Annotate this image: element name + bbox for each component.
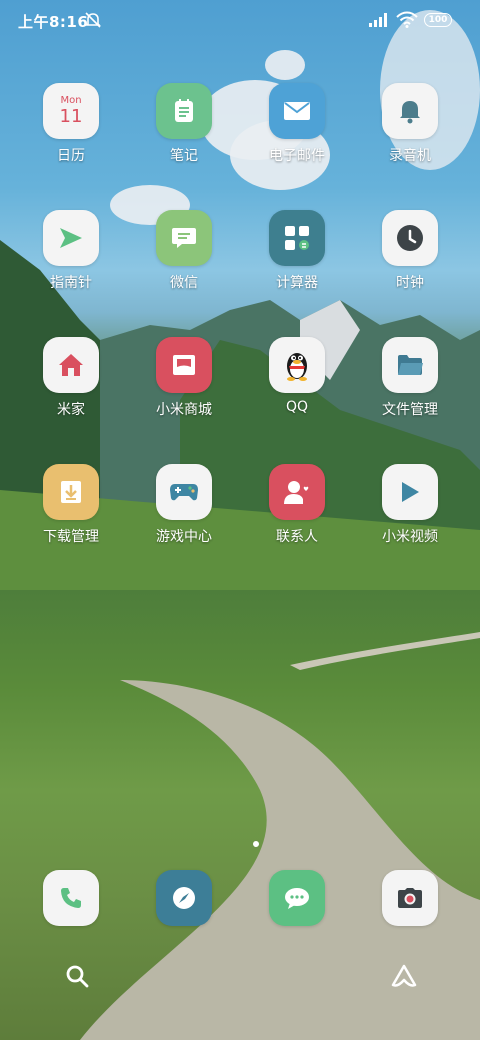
bell-icon	[382, 83, 438, 139]
app-label: 电子邮件	[269, 148, 325, 164]
app-label: 米家	[57, 402, 85, 418]
status-bar: 上午8:16 100	[0, 0, 480, 40]
calendar-day: 11	[59, 106, 83, 127]
mail-icon	[269, 83, 325, 139]
app-mi-store[interactable]: 小米商城	[134, 337, 234, 437]
app-label: 小米商城	[156, 402, 212, 418]
dock-browser[interactable]	[134, 870, 234, 970]
app-email[interactable]: 电子邮件	[247, 83, 347, 183]
app-label: QQ	[285, 399, 309, 415]
app-label: 计算器	[276, 275, 318, 291]
app-download-manager[interactable]: 下载管理	[21, 464, 121, 564]
wifi-icon	[396, 11, 418, 32]
app-compass[interactable]: 指南针	[21, 210, 121, 310]
app-label: 微信	[170, 275, 198, 291]
signal-icon	[369, 13, 391, 31]
app-clock[interactable]: 时钟	[360, 210, 460, 310]
app-label: 指南针	[50, 275, 92, 291]
app-calculator[interactable]: 计算器	[247, 210, 347, 310]
app-label: 游戏中心	[156, 529, 212, 545]
mi-assistant-icon[interactable]	[391, 964, 417, 992]
play-icon	[382, 464, 438, 520]
app-calendar[interactable]: Mon 11 日历	[21, 83, 121, 183]
camera-icon	[382, 870, 438, 926]
download-icon	[43, 464, 99, 520]
app-notes[interactable]: 笔记	[134, 83, 234, 183]
browser-compass-icon	[156, 870, 212, 926]
app-qq[interactable]: QQ	[247, 337, 347, 437]
dock-messages[interactable]	[247, 870, 347, 970]
home-icon	[43, 337, 99, 393]
calendar-icon: Mon 11	[43, 83, 99, 139]
cloud	[265, 50, 305, 80]
dock-camera[interactable]	[360, 870, 460, 970]
home-screen: 上午8:16 100 Mon 11 日历 笔记 电子邮件 录音机 指南针 微信 …	[0, 0, 480, 1040]
app-label: 笔记	[170, 148, 198, 164]
gamepad-icon	[156, 464, 212, 520]
penguin-icon	[269, 337, 325, 393]
app-game-center[interactable]: 游戏中心	[134, 464, 234, 564]
app-wechat[interactable]: 微信	[134, 210, 234, 310]
compass-arrow-icon	[43, 210, 99, 266]
app-label: 小米视频	[382, 529, 438, 545]
calculator-icon	[269, 210, 325, 266]
contacts-icon	[269, 464, 325, 520]
app-label: 时钟	[396, 275, 424, 291]
notes-icon	[156, 83, 212, 139]
app-recorder[interactable]: 录音机	[360, 83, 460, 183]
status-time: 上午8:16	[18, 13, 89, 31]
app-mi-video[interactable]: 小米视频	[360, 464, 460, 564]
app-contacts[interactable]: 联系人	[247, 464, 347, 564]
chat-bubble-icon	[156, 210, 212, 266]
app-label: 下载管理	[43, 529, 99, 545]
app-label: 录音机	[389, 148, 431, 164]
app-file-manager[interactable]: 文件管理	[360, 337, 460, 437]
mute-alarm-icon	[84, 11, 102, 33]
app-label: 日历	[57, 148, 85, 164]
messages-icon	[269, 870, 325, 926]
clock-icon	[382, 210, 438, 266]
page-indicator	[253, 841, 259, 847]
app-label: 文件管理	[382, 402, 438, 418]
app-label: 联系人	[276, 529, 318, 545]
dock-phone[interactable]	[21, 870, 121, 970]
battery-icon: 100	[424, 13, 452, 27]
folder-icon	[382, 337, 438, 393]
search-icon[interactable]	[65, 964, 89, 992]
store-icon	[156, 337, 212, 393]
app-mihome[interactable]: 米家	[21, 337, 121, 437]
phone-icon	[43, 870, 99, 926]
